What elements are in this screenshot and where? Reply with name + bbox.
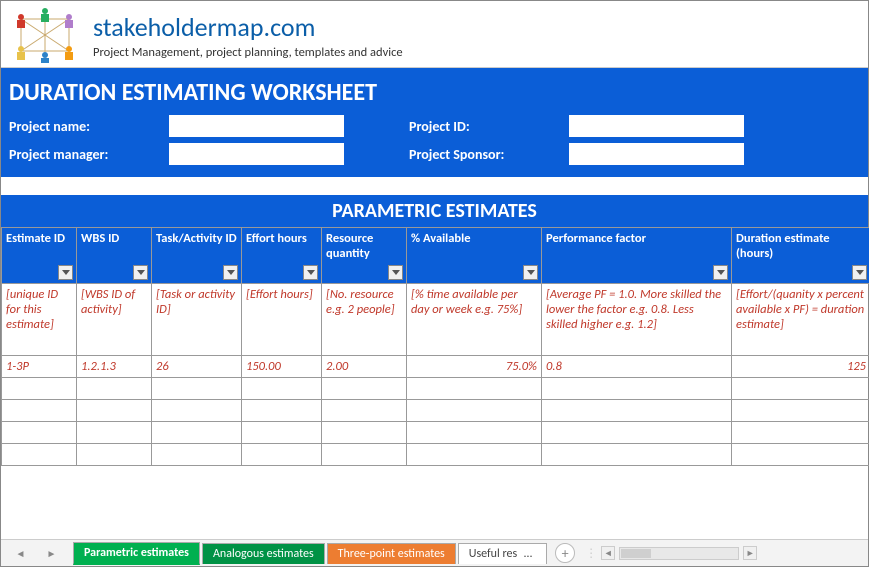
brand: stakeholdermap.com Project Management, p… bbox=[93, 7, 403, 60]
title-bar: DURATION ESTIMATING WORKSHEET Project na… bbox=[1, 68, 868, 177]
filter-icon[interactable] bbox=[713, 265, 728, 280]
project-sponsor-label: Project Sponsor: bbox=[409, 146, 569, 163]
filter-icon[interactable] bbox=[303, 265, 318, 280]
cell[interactable]: 1.2.1.3 bbox=[77, 356, 152, 378]
hint-cell[interactable]: [No. resource e.g. 2 people] bbox=[322, 284, 407, 356]
filter-icon[interactable] bbox=[223, 265, 238, 280]
header: stakeholdermap.com Project Management, p… bbox=[1, 1, 868, 68]
cell[interactable]: 150.00 bbox=[242, 356, 322, 378]
col-task-id: Task/Activity ID bbox=[152, 228, 242, 284]
project-id-input[interactable] bbox=[569, 115, 744, 137]
filter-icon[interactable] bbox=[133, 265, 148, 280]
col-resource-qty: Resource quantity bbox=[322, 228, 407, 284]
project-id-label: Project ID: bbox=[409, 118, 569, 135]
hint-cell[interactable]: [Task or activity ID] bbox=[152, 284, 242, 356]
project-meta: Project name: Project ID: Project manage… bbox=[9, 115, 860, 165]
tab-analogous[interactable]: Analogous estimates bbox=[202, 543, 325, 564]
hint-cell[interactable]: [Effort/(quanity x percent available x P… bbox=[732, 284, 869, 356]
site-tagline: Project Management, project planning, te… bbox=[93, 45, 403, 60]
cell[interactable]: 1-3P bbox=[2, 356, 77, 378]
empty-row bbox=[2, 422, 869, 444]
cell[interactable]: 75.0% bbox=[407, 356, 542, 378]
empty-row bbox=[2, 378, 869, 400]
tab-useful-res[interactable]: Useful res … bbox=[458, 543, 547, 564]
filter-icon[interactable] bbox=[58, 265, 73, 280]
estimates-table: Estimate ID WBS ID Task/Activity ID Effo… bbox=[1, 227, 869, 466]
cell[interactable]: 26 bbox=[152, 356, 242, 378]
filter-icon[interactable] bbox=[852, 265, 867, 280]
col-pct-available: % Available bbox=[407, 228, 542, 284]
filter-icon[interactable] bbox=[523, 265, 538, 280]
empty-row bbox=[2, 400, 869, 422]
header-row: Estimate ID WBS ID Task/Activity ID Effo… bbox=[2, 228, 869, 284]
col-effort: Effort hours bbox=[242, 228, 322, 284]
col-duration: Duration estimate (hours) bbox=[732, 228, 869, 284]
filter-icon[interactable] bbox=[388, 265, 403, 280]
hint-cell[interactable]: [unique ID for this estimate] bbox=[2, 284, 77, 356]
project-name-input[interactable] bbox=[169, 115, 344, 137]
project-name-label: Project name: bbox=[9, 118, 169, 135]
hint-row: [unique ID for this estimate] [WBS ID of… bbox=[2, 284, 869, 356]
col-estimate-id: Estimate ID bbox=[2, 228, 77, 284]
col-wbs-id: WBS ID bbox=[77, 228, 152, 284]
cell[interactable]: 0.8 bbox=[542, 356, 732, 378]
hint-cell[interactable]: [Average PF = 1.0. More skilled the lowe… bbox=[542, 284, 732, 356]
section-title: PARAMETRIC ESTIMATES bbox=[1, 195, 868, 227]
sheet-tab-bar: ◄► Parametric estimates Analogous estima… bbox=[1, 539, 868, 566]
tab-nav[interactable]: ◄► bbox=[1, 547, 71, 560]
logo-icon bbox=[9, 7, 81, 63]
add-sheet-button[interactable]: + bbox=[555, 543, 575, 563]
data-row: 1-3P 1.2.1.3 26 150.00 2.00 75.0% 0.8 12… bbox=[2, 356, 869, 378]
hint-cell[interactable]: [WBS ID of activity] bbox=[77, 284, 152, 356]
empty-row bbox=[2, 444, 869, 466]
hint-cell[interactable]: [Effort hours] bbox=[242, 284, 322, 356]
worksheet-title: DURATION ESTIMATING WORKSHEET bbox=[9, 74, 860, 115]
horizontal-scrollbar[interactable]: ⋮ ◄ ► bbox=[585, 546, 868, 561]
project-sponsor-input[interactable] bbox=[569, 143, 744, 165]
cell[interactable]: 125 bbox=[732, 356, 869, 378]
site-name: stakeholdermap.com bbox=[93, 11, 403, 43]
project-manager-input[interactable] bbox=[169, 143, 344, 165]
project-manager-label: Project manager: bbox=[9, 146, 169, 163]
col-perf-factor: Performance factor bbox=[542, 228, 732, 284]
tab-threepoint[interactable]: Three-point estimates bbox=[327, 543, 456, 564]
hint-cell[interactable]: [% time available per day or week e.g. 7… bbox=[407, 284, 542, 356]
cell[interactable]: 2.00 bbox=[322, 356, 407, 378]
tab-parametric[interactable]: Parametric estimates bbox=[73, 542, 200, 565]
